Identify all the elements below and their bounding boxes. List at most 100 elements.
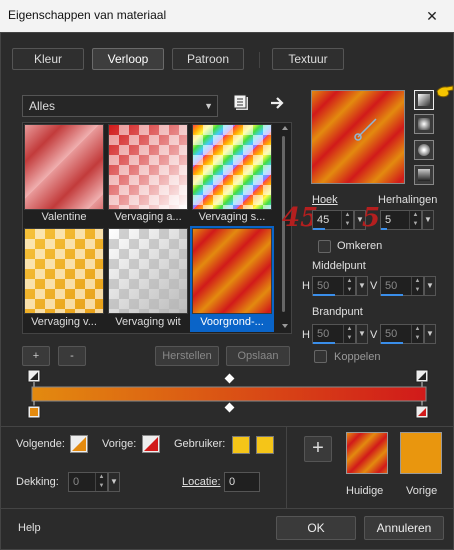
remove-gradient-button[interactable]: - [58,346,86,366]
chevron-down-icon: ▼ [204,101,213,111]
spin-arrows-icon[interactable]: ▲ ▼ [411,277,423,295]
spin-arrows-icon[interactable]: ▲ ▼ [95,473,107,491]
location-label: Locatie: [182,476,221,488]
style-linear-button[interactable] [414,90,434,110]
thumb-vervaging-a[interactable] [108,124,188,210]
opacity-stop-end-icon [415,369,429,383]
spin-arrows-icon[interactable]: ▲ ▼ [409,211,421,229]
category-select[interactable]: Alles ▼ [22,95,218,117]
focus-h-label: H [302,329,310,341]
add-gradient-button[interactable]: + [22,346,50,366]
tab-divider [259,52,260,68]
color-stop-end-icon [415,405,429,419]
angle-spinner[interactable]: 45 ▲ ▼ [312,210,354,230]
previous-label: Vorige [406,485,438,497]
title-bar: Eigenschappen van materiaal ✕ [0,0,454,32]
thumb-label: Voorgrond-... [200,316,264,328]
gradient-preview[interactable] [311,90,405,184]
close-icon[interactable]: ✕ [410,0,454,32]
divider [0,508,454,509]
help-link[interactable]: Help [18,522,41,534]
spin-arrows-icon[interactable]: ▲ ▼ [411,325,423,343]
opacity-spinner[interactable]: 0 ▲ ▼ [68,472,108,492]
previous-material-swatch[interactable] [400,432,442,474]
center-h-value: 50 [317,280,330,292]
center-v-spinner[interactable]: 50 ▲ ▼ [380,276,424,296]
thumb-label: Vervaging v... [31,316,97,328]
opacity-value: 0 [73,476,80,488]
center-h-dropdown[interactable]: ▼ [356,276,368,296]
add-to-swatches-button[interactable]: + [304,436,332,462]
style-sunburst-button[interactable] [414,140,434,160]
ok-button[interactable]: OK [276,516,356,540]
spin-arrows-icon[interactable]: ▲ ▼ [343,277,355,295]
focus-v-spinner[interactable]: 50 ▲ ▼ [380,324,424,344]
thumb-label: Vervaging wit [115,316,181,328]
tab-textuur[interactable]: Textuur [272,48,344,70]
prev-label: Vorige: [102,438,137,450]
angle-needle-icon[interactable] [312,91,404,183]
invert-checkbox[interactable] [318,240,331,253]
thumb-label: Vervaging a... [114,211,182,223]
color-stop-start-icon [27,405,41,419]
user-color-swatch[interactable] [232,436,250,454]
center-h-spinner[interactable]: 50 ▲ ▼ [312,276,356,296]
repeats-dropdown[interactable]: ▼ [422,210,434,230]
current-material-swatch[interactable] [346,432,388,474]
thumb-label: Valentine [41,211,87,223]
style-rectangular-button[interactable] [414,114,434,134]
current-label: Huidige [346,485,384,497]
library-file-icon[interactable] [234,94,252,112]
opacity-label: Dekking: [16,476,59,488]
focus-h-spinner[interactable]: 50 ▲ ▼ [312,324,356,344]
spin-arrows-icon[interactable]: ▲ ▼ [343,325,355,343]
thumb-vervaging-v[interactable] [24,228,104,314]
center-h-label: H [302,280,310,292]
focus-h-value: 50 [317,328,330,340]
cancel-button[interactable]: Annuleren [364,516,444,540]
divider [0,426,454,427]
category-value: Alles [29,99,56,113]
link-label: Koppelen [334,351,381,363]
tab-patroon[interactable]: Patroon [172,48,244,70]
tab-kleur[interactable]: Kleur [12,48,84,70]
arrow-right-icon[interactable] [270,95,286,111]
thumb-voorgrond[interactable] [192,228,272,314]
thumb-valentine[interactable] [24,124,104,210]
thumb-vervaging-wit[interactable] [108,228,188,314]
focus-h-slider-bar[interactable] [313,342,335,344]
center-v-value: 50 [385,280,398,292]
focus-h-dropdown[interactable]: ▼ [356,324,368,344]
divider-vertical [286,426,287,508]
opacity-midpoint-icon [224,373,235,384]
gradient-editor[interactable] [26,368,436,424]
center-v-slider-bar[interactable] [381,294,403,296]
center-v-dropdown[interactable]: ▼ [424,276,436,296]
window-title: Eigenschappen van materiaal [8,8,167,22]
prev-color-swatch[interactable] [142,435,160,453]
thumb-vervaging-s[interactable] [192,124,272,210]
focus-v-slider-bar[interactable] [381,342,403,344]
style-radial-button[interactable] [414,165,434,185]
location-field[interactable]: 0 [224,472,260,492]
repeats-slider-bar[interactable] [381,228,387,230]
save-button[interactable]: Opslaan [226,346,290,366]
focus-v-value: 50 [385,328,398,340]
opacity-dropdown[interactable]: ▼ [108,472,120,492]
next-color-swatch[interactable] [70,435,88,453]
user-label: Gebruiker: [174,438,226,450]
center-v-label: V [370,280,378,292]
angle-slider-bar[interactable] [313,228,325,230]
focus-v-dropdown[interactable]: ▼ [424,324,436,344]
center-h-slider-bar[interactable] [313,294,335,296]
link-checkbox[interactable] [314,350,327,363]
spin-arrows-icon[interactable]: ▲ ▼ [341,211,353,229]
reset-button[interactable]: Herstellen [155,346,219,366]
thumb-label: Vervaging s... [198,211,266,223]
tab-verloop[interactable]: Verloop [92,48,164,70]
repeats-spinner[interactable]: 5 ▲ ▼ [380,210,422,230]
next-label: Volgende: [16,438,65,450]
repeats-value: 5 [385,214,392,226]
user-color-swatch-2[interactable] [256,436,274,454]
invert-label: Omkeren [337,240,383,252]
